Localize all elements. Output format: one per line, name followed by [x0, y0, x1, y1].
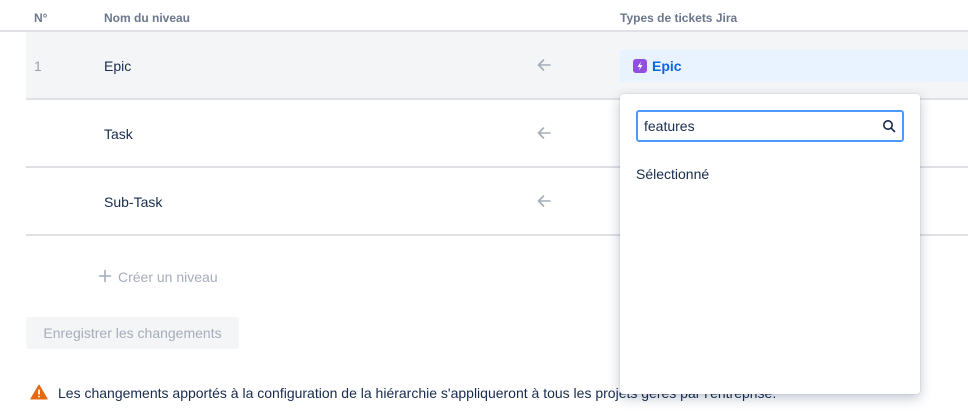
column-header-number: N°	[34, 11, 48, 25]
lightning-bolt-icon	[633, 59, 647, 73]
level-name: Task	[104, 126, 133, 142]
arrow-left-icon	[537, 127, 551, 139]
plus-icon	[98, 269, 112, 283]
table-header: N° Nom du niveau Types de tickets Jira	[0, 0, 968, 32]
arrow-left-icon	[537, 59, 551, 71]
issue-type-dropdown: Sélectionné	[620, 94, 920, 394]
arrow-left-icon	[537, 195, 551, 207]
level-name: Sub-Task	[104, 194, 163, 210]
column-header-issue-types: Types de tickets Jira	[620, 11, 738, 25]
level-name: Epic	[104, 58, 132, 74]
level-number: 1	[34, 58, 42, 74]
selected-section-heading: Sélectionné	[636, 166, 710, 182]
search-input[interactable]	[644, 117, 874, 135]
save-changes-button[interactable]: Enregistrer les changements	[26, 317, 239, 349]
issue-type-label: Epic	[652, 58, 682, 74]
issue-type-search-field[interactable]	[636, 110, 904, 142]
column-header-level-name: Nom du niveau	[104, 11, 191, 25]
warning-triangle-icon	[30, 384, 48, 400]
table-row: 1 Epic Epic	[26, 32, 968, 100]
search-icon[interactable]	[882, 119, 896, 133]
create-level-label: Créer un niveau	[118, 269, 218, 285]
issue-type-select-epic[interactable]: Epic	[620, 50, 968, 82]
